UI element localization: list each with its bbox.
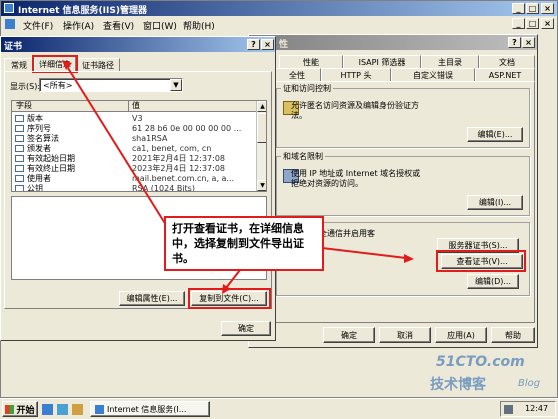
arrow-to-copy-file [225,269,241,289]
arrow-to-details-tab [67,67,167,226]
arrow-head-view-cert [404,254,414,263]
arrow-to-view-cert [321,247,407,259]
taskbar-iis-label: Internet 信息服务(I... [107,404,187,414]
watermark-site: 51CTO.com [436,354,525,370]
quicklaunch-icon-2[interactable] [57,404,68,415]
quicklaunch-icon-1[interactable] [42,404,53,415]
taskbar-iis-icon [95,404,104,414]
annotation-callout: 打开查看证书，在详细信息中，选择复制到文件导出证书。 [164,216,324,271]
arrow-head-details [62,60,72,70]
annotation-text: 打开查看证书，在详细信息中，选择复制到文件导出证书。 [172,222,304,265]
taskbar-item-iis[interactable]: Internet 信息服务(I... [90,401,210,417]
watermark-blog-en: Blog [518,378,541,389]
quicklaunch-icon-3[interactable] [72,404,83,415]
start-button[interactable]: 开始 [2,401,38,417]
taskbar: 开始 Internet 信息服务(I... 12:47 [0,398,558,419]
windows-logo-icon [5,404,15,414]
start-label: 开始 [16,405,35,416]
network-icon[interactable] [504,405,513,414]
clock[interactable]: 12:47 [525,404,548,413]
watermark-blog-cn: 技术博客 [430,377,486,393]
watermark: 51CTO.com 技术博客 Blog [430,354,554,394]
system-tray: 12:47 [500,401,556,417]
arrow-head-copy-file [222,284,231,294]
